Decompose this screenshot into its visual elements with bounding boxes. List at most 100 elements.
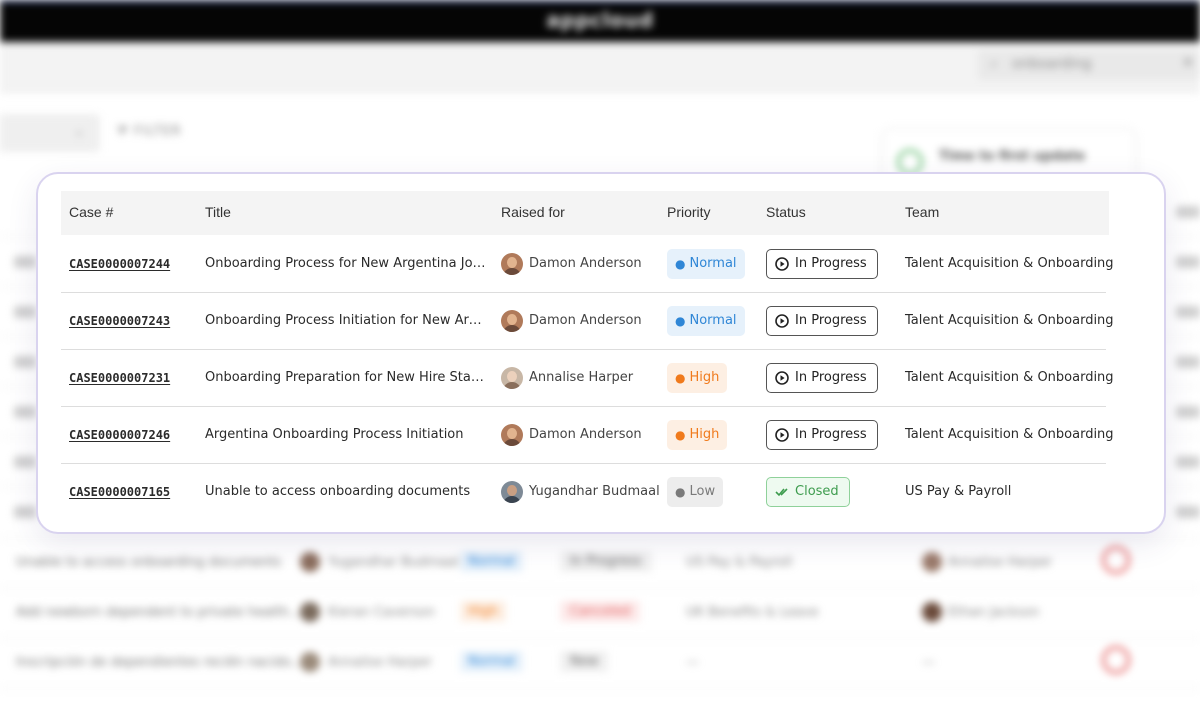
avatar xyxy=(300,602,320,622)
dot-icon: ● xyxy=(675,313,686,328)
column-header-raised-for[interactable]: Raised for xyxy=(501,204,565,220)
table-row[interactable]: CASE0000007165 Unable to access onboardi… xyxy=(61,463,1106,520)
bg-divider xyxy=(0,688,1200,689)
bg-cell xyxy=(1176,206,1200,218)
search-icon: ⌕ xyxy=(990,54,999,72)
bg-row-team: US Pay & Payroll xyxy=(686,555,793,570)
avatar xyxy=(922,602,942,622)
status-label: In Progress xyxy=(795,370,867,385)
filter-label: FILTER xyxy=(133,124,182,139)
case-title: Unable to access onboarding documents xyxy=(205,484,471,499)
clear-icon[interactable]: ✕ xyxy=(1182,55,1194,71)
bg-table-row[interactable]: Unable to access onboarding documents Yu… xyxy=(0,538,1200,588)
avatar xyxy=(501,366,523,389)
case-title: Onboarding Process Initiation for New Ar… xyxy=(205,313,487,328)
table-row[interactable]: CASE0000007246 Argentina Onboarding Proc… xyxy=(61,406,1114,464)
bg-table-row[interactable]: Inscripción de dependientes recién nacid… xyxy=(0,638,1200,688)
bg-cell xyxy=(14,456,36,468)
case-table-card: Case # Title Raised for Priority Status … xyxy=(36,172,1166,534)
priority-badge: ● High xyxy=(667,419,728,450)
play-circle-icon xyxy=(775,370,789,385)
bg-cell xyxy=(1176,256,1200,268)
bg-cell xyxy=(14,406,36,418)
priority-badge: ● Low xyxy=(667,476,724,507)
column-header-title[interactable]: Title xyxy=(205,204,231,220)
avatar xyxy=(922,552,942,572)
priority-label: Normal xyxy=(689,256,737,271)
bg-row-person: Kieran Caverson xyxy=(328,605,435,620)
bg-cell xyxy=(1176,506,1200,518)
avatar xyxy=(501,423,523,446)
priority-label: Low xyxy=(689,484,716,499)
bg-row-title: Add newborn dependent to private health.… xyxy=(16,605,302,620)
bg-cell xyxy=(14,306,36,318)
case-number-link[interactable]: CASE0000007246 xyxy=(69,428,170,442)
case-number-link[interactable]: CASE0000007244 xyxy=(69,257,170,271)
status-label: In Progress xyxy=(795,313,867,328)
bg-cell xyxy=(1176,456,1200,468)
bg-cell xyxy=(14,356,36,368)
bg-row-assignee: — xyxy=(922,655,935,670)
status-badge[interactable]: In Progress xyxy=(766,362,878,393)
case-title: Onboarding Preparation for New Hire Star… xyxy=(205,370,487,385)
team-name: US Pay & Payroll xyxy=(905,484,1012,499)
bg-row-title: Inscripción de dependientes recién nacid… xyxy=(16,655,304,670)
case-title: Onboarding Process for New Argentina Joi… xyxy=(205,256,487,271)
column-header-team[interactable]: Team xyxy=(905,204,939,220)
team-name: Talent Acquisition & Onboarding xyxy=(905,313,1114,328)
bg-cell xyxy=(14,506,36,518)
priority-badge: ● High xyxy=(667,362,728,393)
dot-icon: ● xyxy=(675,484,686,499)
bg-row-priority: High xyxy=(460,601,506,622)
raised-for-name: Damon Anderson xyxy=(529,313,642,328)
bg-row-team: — xyxy=(686,655,699,670)
team-name: Talent Acquisition & Onboarding xyxy=(905,256,1114,271)
bg-row-status: Canceled xyxy=(560,601,641,622)
bg-cell xyxy=(14,256,36,268)
sla-alert-icon xyxy=(1102,546,1130,574)
play-circle-icon xyxy=(775,313,789,328)
avatar xyxy=(501,480,523,503)
table-row[interactable]: CASE0000007244 Onboarding Process for Ne… xyxy=(61,235,1114,293)
filter-icon: ⧩ xyxy=(116,124,134,139)
case-title: Argentina Onboarding Process Initiation xyxy=(205,427,464,442)
top-app-bar: appcloud xyxy=(0,0,1200,42)
dot-icon: ● xyxy=(675,256,686,271)
avatar xyxy=(300,552,320,572)
bg-row-person: Annalise Harper xyxy=(328,655,433,670)
status-badge[interactable]: Closed xyxy=(766,476,850,507)
status-badge[interactable]: In Progress xyxy=(766,305,878,336)
bg-cell xyxy=(1176,406,1200,418)
case-number-link[interactable]: CASE0000007231 xyxy=(69,371,170,385)
dot-icon: ● xyxy=(675,370,686,385)
play-circle-icon xyxy=(775,427,789,442)
bg-cell xyxy=(1176,356,1200,368)
raised-for-name: Annalise Harper xyxy=(529,370,634,385)
case-number-link[interactable]: CASE0000007165 xyxy=(69,485,170,499)
column-header-case[interactable]: Case # xyxy=(69,204,113,220)
bg-table-row[interactable]: Add newborn dependent to private health.… xyxy=(0,588,1200,638)
raised-for-name: Damon Anderson xyxy=(529,256,642,271)
avatar xyxy=(501,252,523,275)
table-row[interactable]: CASE0000007243 Onboarding Process Initia… xyxy=(61,292,1114,350)
column-header-priority[interactable]: Priority xyxy=(667,204,711,220)
bg-cell xyxy=(1176,306,1200,318)
status-label: In Progress xyxy=(795,427,867,442)
bg-row-priority: Normal xyxy=(460,651,524,672)
bg-row-assignee: Annalise Harper xyxy=(948,555,1053,570)
view-select[interactable]: ⌄ xyxy=(0,114,100,152)
column-header-status[interactable]: Status xyxy=(766,204,806,220)
status-badge[interactable]: In Progress xyxy=(766,419,878,450)
brand-logo: appcloud xyxy=(546,8,654,32)
table-row[interactable]: CASE0000007231 Onboarding Preparation fo… xyxy=(61,349,1114,407)
case-number-link[interactable]: CASE0000007243 xyxy=(69,314,170,328)
bg-row-title: Unable to access onboarding documents xyxy=(16,555,282,570)
double-check-icon xyxy=(775,487,788,496)
filter-button[interactable]: ⧩ FILTER xyxy=(116,124,182,139)
bg-row-status: New xyxy=(560,651,609,672)
status-badge[interactable]: In Progress xyxy=(766,248,878,279)
bg-row-person: Yugandhar Budmaal xyxy=(328,555,459,570)
play-circle-icon xyxy=(775,256,789,271)
status-label: In Progress xyxy=(795,256,867,271)
search-box[interactable]: ⌕ onboarding ✕ xyxy=(978,50,1200,80)
